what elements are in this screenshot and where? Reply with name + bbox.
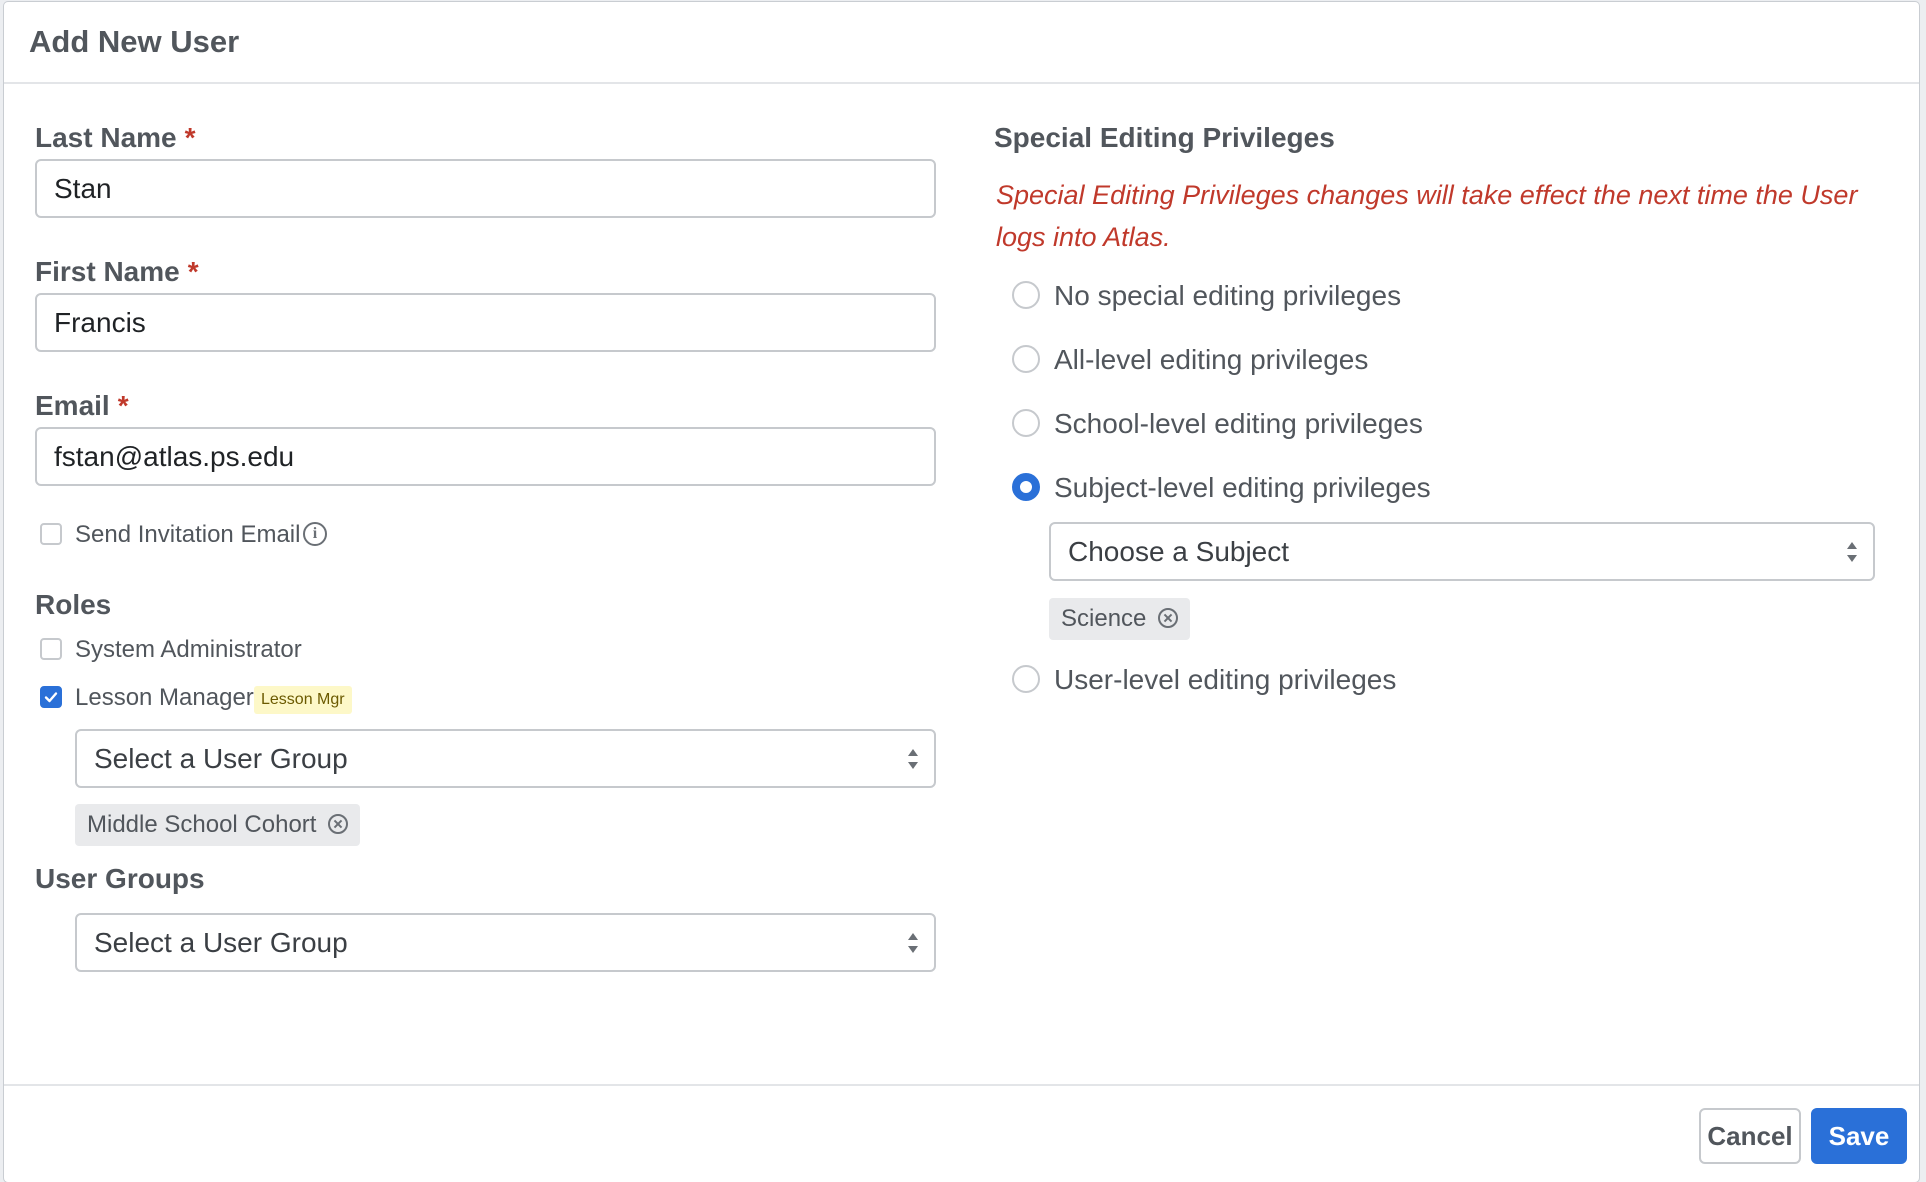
radio-subject-level[interactable] [1012,473,1040,501]
system-admin-label: System Administrator [75,636,302,663]
tag-label: Science [1061,605,1147,632]
subject-select[interactable]: Choose a Subject [1049,522,1875,581]
lesson-manager-group-select[interactable]: Select a User Group [75,729,936,788]
radio-school-level[interactable] [1012,409,1040,437]
subject-tag: Science [1049,598,1191,640]
checkmark-icon [44,692,58,703]
required-mark: * [184,122,196,153]
modal-header: Add New User [4,2,1919,84]
user-groups-select[interactable]: Select a User Group [75,913,936,972]
select-placeholder: Select a User Group [94,927,348,958]
select-arrows-icon [1847,542,1857,562]
email-label: Email * [35,390,129,421]
add-user-modal: Add New User Last Name * Stan First Name *… [4,2,1919,1182]
modal-footer-divider [4,1084,1919,1086]
first-name-label: First Name * [35,256,199,287]
modal-title: Add New User [29,24,240,59]
send-invitation-label: Send Invitation Email [75,521,301,548]
privileges-heading: Special Editing Privileges [994,122,1335,153]
radio-label-school-level: School-level editing privileges [1054,408,1423,439]
info-icon[interactable]: i [303,522,327,546]
radio-label-all-level: All-level editing privileges [1054,344,1369,375]
save-button[interactable]: Save [1811,1108,1907,1164]
tag-label: Middle School Cohort [87,811,317,838]
radio-label-no-privileges: No special editing privileges [1054,280,1402,311]
roles-heading: Roles [35,589,112,620]
system-admin-checkbox[interactable] [40,638,62,660]
lesson-mgr-badge: Lesson Mgr [254,686,352,714]
email-input[interactable]: fstan@atlas.ps.edu [35,427,936,486]
radio-all-level[interactable] [1012,345,1040,373]
privileges-note: Special Editing Privileges changes will … [996,180,1858,252]
first-name-input[interactable]: Francis [35,293,936,352]
cancel-button[interactable]: Cancel [1699,1108,1801,1164]
required-mark: * [117,390,129,421]
remove-tag-icon[interactable] [328,814,349,835]
last-name-input[interactable]: Stan [35,159,936,218]
select-arrows-icon [908,749,918,769]
radio-user-level[interactable] [1012,665,1040,693]
radio-label-user-level: User-level editing privileges [1054,664,1397,695]
lesson-manager-label: Lesson Manager [75,684,254,711]
radio-label-subject-level: Subject-level editing privileges [1054,472,1431,503]
select-placeholder: Select a User Group [94,743,348,774]
remove-tag-icon[interactable] [1158,608,1179,629]
select-arrows-icon [908,933,918,953]
radio-no-privileges[interactable] [1012,281,1040,309]
send-invitation-checkbox[interactable] [40,523,62,545]
required-mark: * [187,256,199,287]
last-name-label: Last Name * [35,122,196,153]
select-placeholder: Choose a Subject [1068,536,1290,567]
lesson-manager-checkbox[interactable] [40,686,62,708]
user-group-tag: Middle School Cohort [75,804,361,846]
user-groups-heading: User Groups [35,863,205,894]
